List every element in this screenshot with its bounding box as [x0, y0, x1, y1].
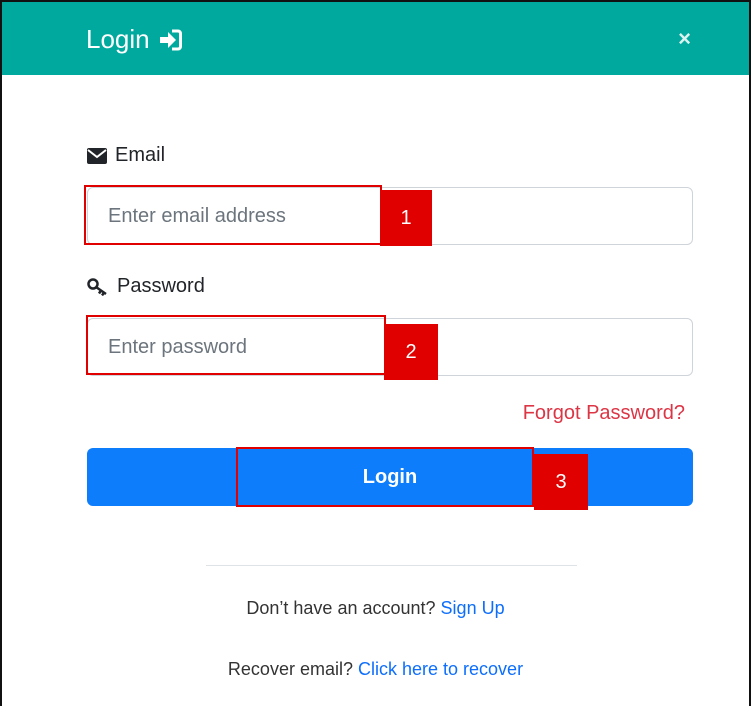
recover-line: Recover email? Click here to recover: [2, 659, 749, 680]
modal-title: Login: [86, 24, 182, 55]
footer-divider: [206, 565, 577, 566]
annotation-badge-1: 1: [380, 190, 432, 246]
modal-title-text: Login: [86, 24, 150, 54]
modal-header: Login ×: [2, 2, 749, 75]
email-label: Email: [87, 144, 165, 167]
annotation-badge-3: 3: [534, 454, 588, 510]
password-label: Password: [87, 275, 205, 298]
annotation-box-2: [86, 315, 386, 375]
email-label-text: Email: [115, 144, 166, 166]
close-button[interactable]: ×: [678, 26, 691, 52]
forgot-password-link[interactable]: Forgot Password?: [523, 402, 685, 425]
key-icon: [87, 277, 109, 296]
sign-in-icon: [158, 29, 182, 51]
annotation-box-1: [84, 185, 382, 245]
recover-prompt: Recover email?: [227, 659, 353, 679]
password-label-text: Password: [117, 275, 205, 297]
annotation-box-3: [236, 447, 534, 507]
signup-prompt: Don’t have an account?: [246, 598, 436, 618]
recover-link[interactable]: Click here to recover: [358, 659, 523, 679]
login-modal: Login × Email Enter email address 1 Pass…: [0, 0, 751, 706]
envelope-icon: [87, 147, 107, 164]
signup-line: Don’t have an account? Sign Up: [2, 598, 749, 619]
annotation-badge-2: 2: [384, 324, 438, 380]
signup-link[interactable]: Sign Up: [441, 598, 505, 618]
